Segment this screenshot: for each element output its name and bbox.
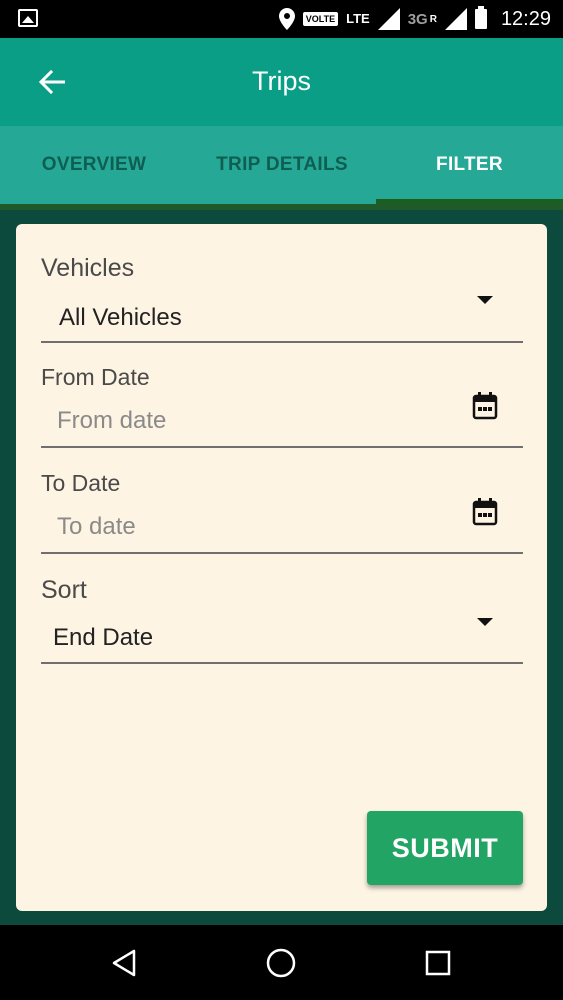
battery-icon bbox=[474, 6, 487, 29]
signal-icon bbox=[377, 8, 400, 30]
to-date-field: To Date To date bbox=[41, 470, 523, 556]
page-title: Trips bbox=[252, 66, 311, 96]
vehicles-underline bbox=[41, 341, 523, 343]
tab-filter[interactable]: FILTER bbox=[376, 126, 563, 204]
3g-label: 3G bbox=[407, 10, 428, 28]
signal-roaming-icon bbox=[444, 8, 467, 30]
sort-field: Sort End Date bbox=[41, 576, 523, 666]
sort-select[interactable]: End Date bbox=[53, 624, 153, 652]
from-date-label: From Date bbox=[41, 364, 150, 390]
gallery-notification-icon bbox=[18, 9, 38, 27]
vehicles-field: Vehicles All Vehicles bbox=[41, 254, 523, 344]
location-icon bbox=[278, 8, 295, 30]
roaming-label: R bbox=[429, 13, 437, 25]
tab-overview[interactable]: OVERVIEW bbox=[0, 126, 188, 204]
filter-card: Vehicles All Vehicles From Date From dat… bbox=[16, 224, 547, 911]
from-date-underline bbox=[41, 446, 523, 448]
vehicles-label: Vehicles bbox=[41, 254, 135, 282]
nav-home-icon bbox=[266, 948, 296, 978]
calendar-icon[interactable] bbox=[472, 498, 498, 526]
clock: 12:29 bbox=[500, 7, 551, 30]
nav-recents-button[interactable] bbox=[418, 943, 458, 983]
sort-underline bbox=[41, 662, 523, 664]
to-date-input[interactable]: To date bbox=[57, 513, 136, 541]
status-icons: VOLTE LTE 3G R 12:29 bbox=[278, 0, 551, 38]
from-date-field: From Date From date bbox=[41, 364, 523, 450]
nav-recents-icon bbox=[425, 950, 451, 976]
chevron-down-icon[interactable] bbox=[477, 296, 493, 304]
tab-bar-divider bbox=[0, 204, 563, 210]
nav-back-icon bbox=[112, 949, 136, 977]
status-bar: VOLTE LTE 3G R 12:29 bbox=[0, 0, 563, 38]
lte-label: LTE bbox=[346, 11, 370, 26]
nav-home-button[interactable] bbox=[261, 943, 301, 983]
calendar-icon[interactable] bbox=[472, 392, 498, 420]
sort-label: Sort bbox=[41, 576, 87, 604]
to-date-underline bbox=[41, 552, 523, 554]
tab-trip-details[interactable]: TRIP DETAILS bbox=[188, 126, 376, 204]
to-date-label: To Date bbox=[41, 470, 121, 496]
system-nav-bar bbox=[0, 925, 563, 1000]
volte-badge: VOLTE bbox=[302, 12, 339, 26]
nav-back-button[interactable] bbox=[105, 943, 145, 983]
app-bar: Trips bbox=[0, 38, 563, 126]
chevron-down-icon[interactable] bbox=[477, 618, 493, 626]
submit-button[interactable]: SUBMIT bbox=[367, 811, 523, 885]
vehicles-select[interactable]: All Vehicles bbox=[59, 304, 182, 332]
tab-bar: OVERVIEW TRIP DETAILS FILTER bbox=[0, 126, 563, 204]
from-date-input[interactable]: From date bbox=[57, 407, 166, 435]
